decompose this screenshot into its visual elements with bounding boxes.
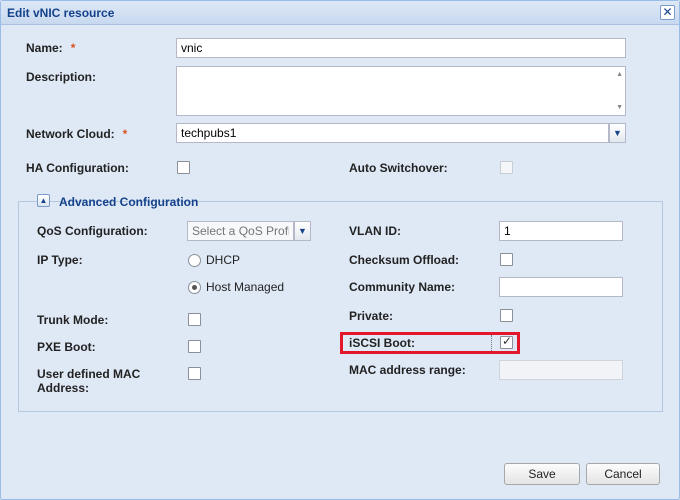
- user-defined-mac-checkbox[interactable]: [188, 367, 201, 380]
- required-mark: *: [122, 127, 128, 141]
- close-icon[interactable]: ✕: [660, 5, 675, 20]
- description-textarea[interactable]: ▲ ▼: [176, 66, 626, 116]
- collapse-icon[interactable]: ▲: [37, 194, 50, 207]
- qos-configuration-label: QoS Configuration:: [37, 224, 148, 238]
- dhcp-option-label: DHCP: [206, 253, 241, 267]
- private-checkbox[interactable]: [500, 309, 513, 322]
- qos-profile-combo[interactable]: [187, 221, 294, 241]
- focus-divider: [491, 335, 492, 351]
- checksum-offload-label: Checksum Offload:: [349, 253, 460, 267]
- iscsi-boot-checkbox[interactable]: ✓: [500, 334, 513, 349]
- host-managed-option-label: Host Managed: [206, 280, 285, 294]
- network-cloud-combo[interactable]: [176, 123, 609, 143]
- trunk-mode-label: Trunk Mode:: [37, 313, 109, 327]
- community-name-label: Community Name:: [349, 280, 456, 294]
- advanced-configuration-title: Advanced Configuration: [59, 195, 199, 209]
- advanced-configuration-legend[interactable]: ▲ Advanced Configuration: [37, 193, 198, 211]
- auto-switchover-label: Auto Switchover:: [349, 161, 448, 175]
- vlan-id-input[interactable]: [499, 221, 623, 241]
- required-mark: *: [70, 41, 76, 55]
- ip-type-host-managed-radio[interactable]: [188, 281, 201, 294]
- trunk-mode-checkbox[interactable]: [188, 313, 201, 326]
- chevron-down-icon[interactable]: ▼: [294, 221, 311, 241]
- save-button[interactable]: Save: [504, 463, 580, 485]
- user-defined-mac-label: User defined MAC Address:: [37, 367, 140, 395]
- name-label-text: Name:: [26, 41, 63, 55]
- user-defined-mac-line1: User defined MAC: [37, 367, 141, 381]
- pxe-boot-checkbox[interactable]: [188, 340, 201, 353]
- checksum-offload-checkbox[interactable]: [500, 253, 513, 266]
- private-label: Private:: [349, 309, 394, 323]
- network-cloud-label: Network Cloud: *: [26, 127, 127, 141]
- ha-configuration-label: HA Configuration:: [26, 161, 129, 175]
- pxe-boot-label: PXE Boot:: [37, 340, 96, 354]
- community-name-input[interactable]: [499, 277, 623, 297]
- mac-address-range-label: MAC address range:: [349, 363, 466, 377]
- description-label: Description:: [26, 70, 97, 84]
- ip-type-label: IP Type:: [37, 253, 83, 267]
- dialog-title: Edit vNIC resource: [7, 6, 115, 20]
- name-label: Name: *: [26, 41, 75, 55]
- ha-configuration-checkbox[interactable]: [177, 161, 190, 174]
- edit-vnic-dialog: Edit vNIC resource ✕ Name: * Description:…: [0, 0, 680, 500]
- vlan-id-label: VLAN ID:: [349, 224, 401, 238]
- checkmark-icon: ✓: [502, 334, 513, 348]
- mac-address-range-input[interactable]: [499, 360, 623, 380]
- dialog-titlebar[interactable]: Edit vNIC resource ✕: [1, 1, 679, 25]
- auto-switchover-checkbox[interactable]: [500, 161, 513, 174]
- ip-type-dhcp-radio[interactable]: [188, 254, 201, 267]
- name-input[interactable]: [176, 38, 626, 58]
- cancel-button[interactable]: Cancel: [586, 463, 660, 485]
- chevron-down-icon[interactable]: ▼: [609, 123, 626, 143]
- scroll-down-icon[interactable]: ▼: [616, 104, 623, 111]
- scroll-up-icon[interactable]: ▲: [616, 71, 623, 78]
- iscsi-boot-label: iSCSI Boot:: [349, 336, 415, 350]
- network-cloud-label-text: Network Cloud:: [26, 127, 115, 141]
- user-defined-mac-line2: Address:: [37, 381, 90, 395]
